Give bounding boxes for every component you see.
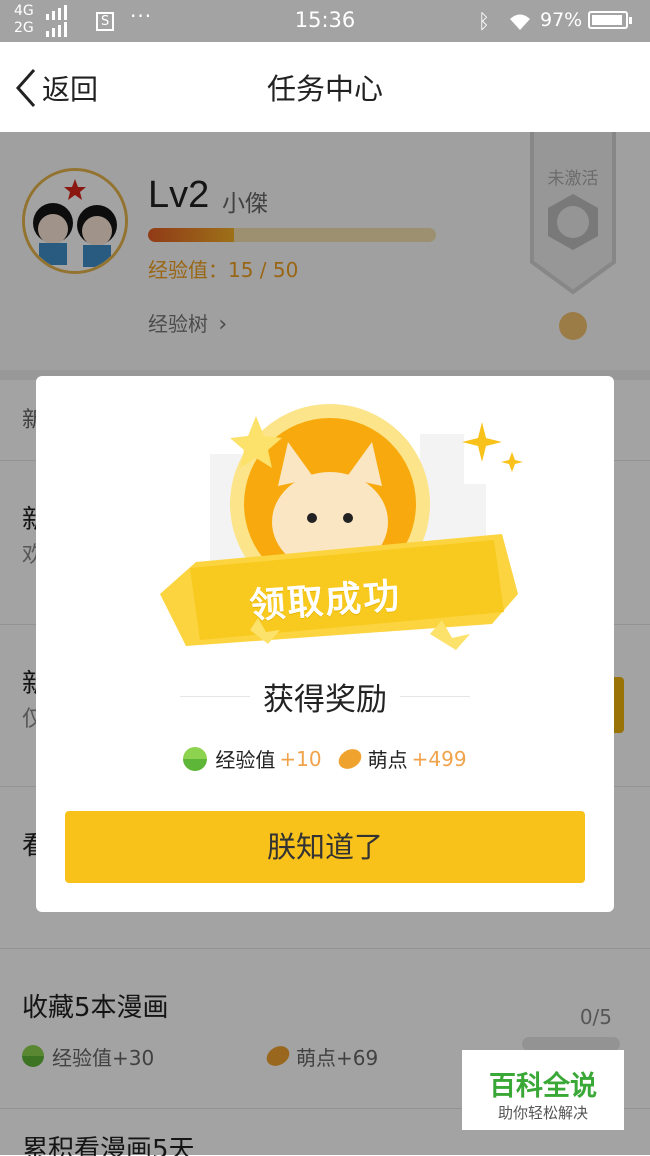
reward-heading: 获得奖励 — [180, 674, 470, 718]
watermark-title: 百科全说 — [489, 1071, 597, 1102]
nav-bar: 返回 任务中心 — [0, 42, 650, 132]
wifi-icon — [510, 14, 530, 30]
confirm-button[interactable]: 朕知道了 — [65, 811, 585, 883]
page-title: 任务中心 — [266, 72, 383, 106]
reward-xp-label: 经验值 — [215, 748, 276, 772]
reward-row: 经验值 +10 萌点 +499 — [36, 744, 614, 773]
reward-title: 获得奖励 — [263, 682, 387, 718]
xp-orb-icon — [183, 746, 208, 771]
watermark: 百科全说 助你轻松解决 — [462, 1050, 624, 1130]
bean-icon — [334, 744, 365, 773]
battery-percent: 97% — [540, 9, 583, 31]
reward-beans-amount: +499 — [411, 746, 467, 771]
reward-beans-label: 萌点 — [367, 748, 408, 772]
reward-dialog: 领取成功 获得奖励 经验值 +10 萌点 +499 朕知道了 — [36, 376, 614, 912]
reward-xp-amount: +10 — [279, 746, 322, 771]
bluetooth-icon: ᛒ — [478, 9, 490, 33]
battery-icon — [588, 11, 632, 29]
watermark-subtitle: 助你轻松解决 — [497, 1104, 588, 1122]
status-bar: 4G 2G S ··· 15:36 ᛒ 97% — [0, 0, 650, 42]
